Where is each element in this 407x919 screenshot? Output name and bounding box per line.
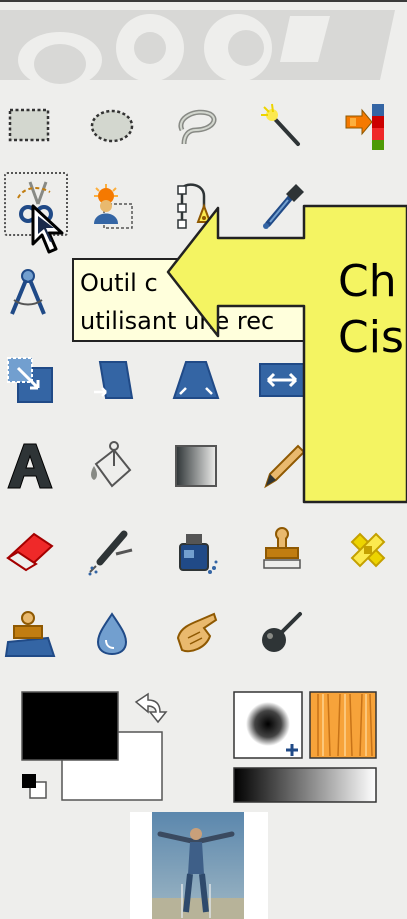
clone-icon (263, 527, 301, 569)
ink-tool[interactable] (166, 520, 226, 580)
perspective-tool[interactable] (166, 350, 226, 410)
blend-tool[interactable] (166, 436, 226, 496)
callout-line-2: Cis (338, 312, 404, 363)
measure-icon (10, 269, 46, 315)
pencil-tool[interactable] (252, 436, 312, 496)
callout-text: Ch Cis (338, 254, 407, 366)
color-picker-tool[interactable] (252, 176, 312, 236)
rect-select-icon (8, 108, 50, 142)
default-colors-icon[interactable] (22, 774, 47, 799)
fuzzy-select-icon (261, 103, 300, 146)
swap-colors-icon[interactable] (134, 692, 168, 724)
perspective-clone-icon (4, 611, 56, 657)
heal-tool[interactable] (338, 520, 398, 580)
foreground-select-icon (94, 184, 133, 229)
airbrush-icon (88, 530, 133, 576)
flip-icon (259, 363, 305, 397)
pattern-preview[interactable] (309, 691, 377, 759)
select-by-color-tool[interactable] (338, 96, 398, 156)
eraser-icon (6, 532, 54, 572)
paths-tool[interactable] (166, 176, 226, 236)
scale-icon (7, 357, 53, 403)
paths-icon (177, 183, 212, 229)
bucket-fill-tool[interactable] (82, 436, 142, 496)
shear-tool[interactable] (82, 350, 142, 410)
foreground-color-swatch[interactable] (21, 691, 119, 761)
flip-tool[interactable] (252, 350, 312, 410)
rect-select-tool[interactable] (0, 96, 60, 156)
foreground-select-tool[interactable] (82, 176, 142, 236)
blend-icon (175, 445, 217, 487)
measure-tool[interactable] (0, 262, 60, 322)
tooltip-line-2: utilisant une rec (80, 307, 275, 335)
clone-tool[interactable] (252, 520, 312, 580)
bucket-fill-icon (91, 441, 132, 488)
ellipse-select-tool[interactable] (82, 96, 142, 156)
ellipse-select-icon (90, 109, 134, 143)
free-select-tool[interactable] (166, 96, 226, 156)
gradient-preview[interactable] (233, 767, 377, 803)
pencil-icon (264, 444, 306, 489)
color-area (21, 691, 377, 803)
tool-tooltip: Outil c utilisant une rec (72, 258, 310, 342)
mouse-cursor-icon (31, 204, 64, 254)
smudge-tool[interactable] (166, 604, 226, 664)
perspective-icon (172, 361, 220, 399)
color-picker-icon (263, 184, 304, 229)
select-by-color-icon (345, 104, 384, 150)
image-preview (152, 812, 244, 919)
fuzzy-select-tool[interactable] (252, 96, 312, 156)
free-select-icon (178, 109, 217, 145)
dodge-burn-icon (262, 612, 302, 652)
blur-sharpen-tool[interactable] (82, 604, 142, 664)
wilber-banner (0, 10, 395, 88)
brush-preview[interactable] (233, 691, 303, 759)
callout-line-1: Ch (338, 256, 397, 307)
shear-icon (94, 361, 134, 399)
dodge-burn-tool[interactable] (252, 604, 312, 664)
tooltip-line-1: Outil c (80, 269, 158, 297)
heal-icon (350, 532, 386, 568)
eraser-tool[interactable] (0, 520, 60, 580)
active-image-thumbnail[interactable] (130, 812, 268, 919)
text-tool[interactable] (0, 436, 60, 496)
ink-icon (179, 534, 218, 574)
blur-sharpen-icon (96, 612, 128, 656)
perspective-clone-tool[interactable] (0, 604, 60, 664)
airbrush-tool[interactable] (82, 520, 142, 580)
scale-tool[interactable] (0, 350, 60, 410)
text-icon (7, 443, 53, 489)
smudge-icon (176, 612, 218, 653)
